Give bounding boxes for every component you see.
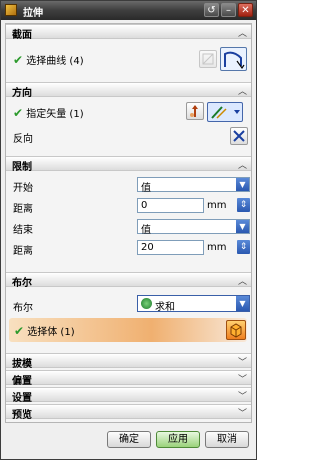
boolean-body: 布尔 求和 ▼ ✔ 选择体 (1)	[6, 287, 251, 345]
chevron-up-icon: ︿	[237, 29, 247, 39]
dialog-body: 截面 ︿ ✔ 选择曲线 (4) 方向 ︿ ✔ 指定矢量 (1) 反向 限制 ︿ …	[5, 23, 252, 423]
boolean-header[interactable]: 布尔 ︿	[6, 272, 251, 289]
chevron-down-icon: ﹀	[237, 375, 247, 385]
chevron-down-icon[interactable]: ▼	[236, 296, 249, 311]
vector-dialog-icon[interactable]	[186, 102, 204, 120]
extrude-dialog: 拉伸 ↺ – ✕ 截面 ︿ ✔ 选择曲线 (4) 方向 ︿ ✔ 指定矢量 (1)…	[0, 0, 257, 460]
limits-body: 开始 值 ▼ 距离 0 mm ⇕ 结束 值 ▼ 距离 20 mm ⇕	[6, 171, 251, 261]
direction-header[interactable]: 方向 ︿	[6, 82, 251, 99]
boolean-type-select[interactable]: 求和 ▼	[137, 295, 250, 313]
window-title: 拉伸	[23, 8, 43, 19]
start-distance-spin[interactable]: ⇕	[237, 198, 250, 212]
end-distance-label: 距离	[13, 246, 33, 257]
specify-vector-row[interactable]: ✔ 指定矢量 (1)	[6, 97, 251, 125]
chevron-down-icon: ﹀	[237, 409, 247, 419]
settings-header[interactable]: 设置 ﹀	[6, 387, 251, 404]
end-label: 结束	[13, 225, 33, 236]
select-curve-label: 选择曲线 (4)	[26, 56, 84, 67]
boolean-label: 布尔	[13, 303, 33, 314]
preview-title: 预览	[12, 410, 32, 421]
unite-icon	[141, 298, 152, 309]
end-distance-spin[interactable]: ⇕	[237, 240, 250, 254]
solid-body-icon[interactable]	[226, 320, 246, 340]
reverse-direction-icon[interactable]	[230, 127, 248, 145]
limits-header[interactable]: 限制 ︿	[6, 156, 251, 173]
title-bar[interactable]: 拉伸 ↺ – ✕	[1, 1, 256, 20]
select-body-label: 选择体 (1)	[27, 327, 75, 338]
close-button[interactable]: ✕	[238, 3, 253, 17]
vector-type-dropdown[interactable]	[207, 102, 243, 122]
select-body-row[interactable]: ✔ 选择体 (1)	[9, 318, 247, 342]
apply-button[interactable]: 应用	[156, 431, 200, 448]
cancel-button[interactable]: 取消	[205, 431, 249, 448]
reverse-row[interactable]: 反向	[6, 125, 251, 147]
end-type-select[interactable]: 值 ▼	[137, 219, 250, 236]
offset-title: 偏置	[12, 376, 32, 387]
start-distance-label: 距离	[13, 204, 33, 215]
preview-header[interactable]: 预览 ﹀	[6, 404, 251, 421]
reverse-label: 反向	[13, 134, 33, 145]
check-icon: ✔	[13, 53, 24, 67]
start-distance-input[interactable]: 0	[137, 198, 204, 213]
sketch-section-icon[interactable]	[199, 50, 217, 68]
chevron-up-icon: ︿	[237, 277, 247, 287]
start-unit: mm	[207, 200, 227, 211]
chevron-down-icon: ﹀	[237, 392, 247, 402]
end-distance-input[interactable]: 20	[137, 240, 204, 255]
section-header[interactable]: 截面 ︿	[6, 24, 251, 41]
chevron-up-icon: ︿	[237, 161, 247, 171]
ok-button[interactable]: 确定	[107, 431, 151, 448]
end-unit: mm	[207, 242, 227, 253]
minimize-button[interactable]: –	[221, 3, 236, 17]
reset-button[interactable]: ↺	[204, 3, 219, 17]
chevron-up-icon: ︿	[237, 87, 247, 97]
draft-title: 拔模	[12, 359, 32, 370]
settings-title: 设置	[12, 393, 32, 404]
check-icon: ✔	[13, 106, 24, 120]
specify-vector-label: 指定矢量 (1)	[26, 109, 84, 120]
button-bar: 确定 应用 取消	[1, 425, 256, 459]
draft-header[interactable]: 拔模 ﹀	[6, 353, 251, 370]
chevron-down-icon[interactable]: ▼	[236, 220, 249, 233]
start-label: 开始	[13, 183, 33, 194]
curve-select-icon[interactable]	[220, 47, 247, 71]
chevron-down-icon[interactable]: ▼	[236, 178, 249, 191]
check-icon: ✔	[14, 324, 25, 338]
chevron-down-icon: ﹀	[237, 358, 247, 368]
app-icon	[5, 4, 17, 16]
offset-header[interactable]: 偏置 ﹀	[6, 370, 251, 387]
select-curve-row[interactable]: ✔ 选择曲线 (4)	[6, 39, 251, 79]
start-type-select[interactable]: 值 ▼	[137, 177, 250, 194]
